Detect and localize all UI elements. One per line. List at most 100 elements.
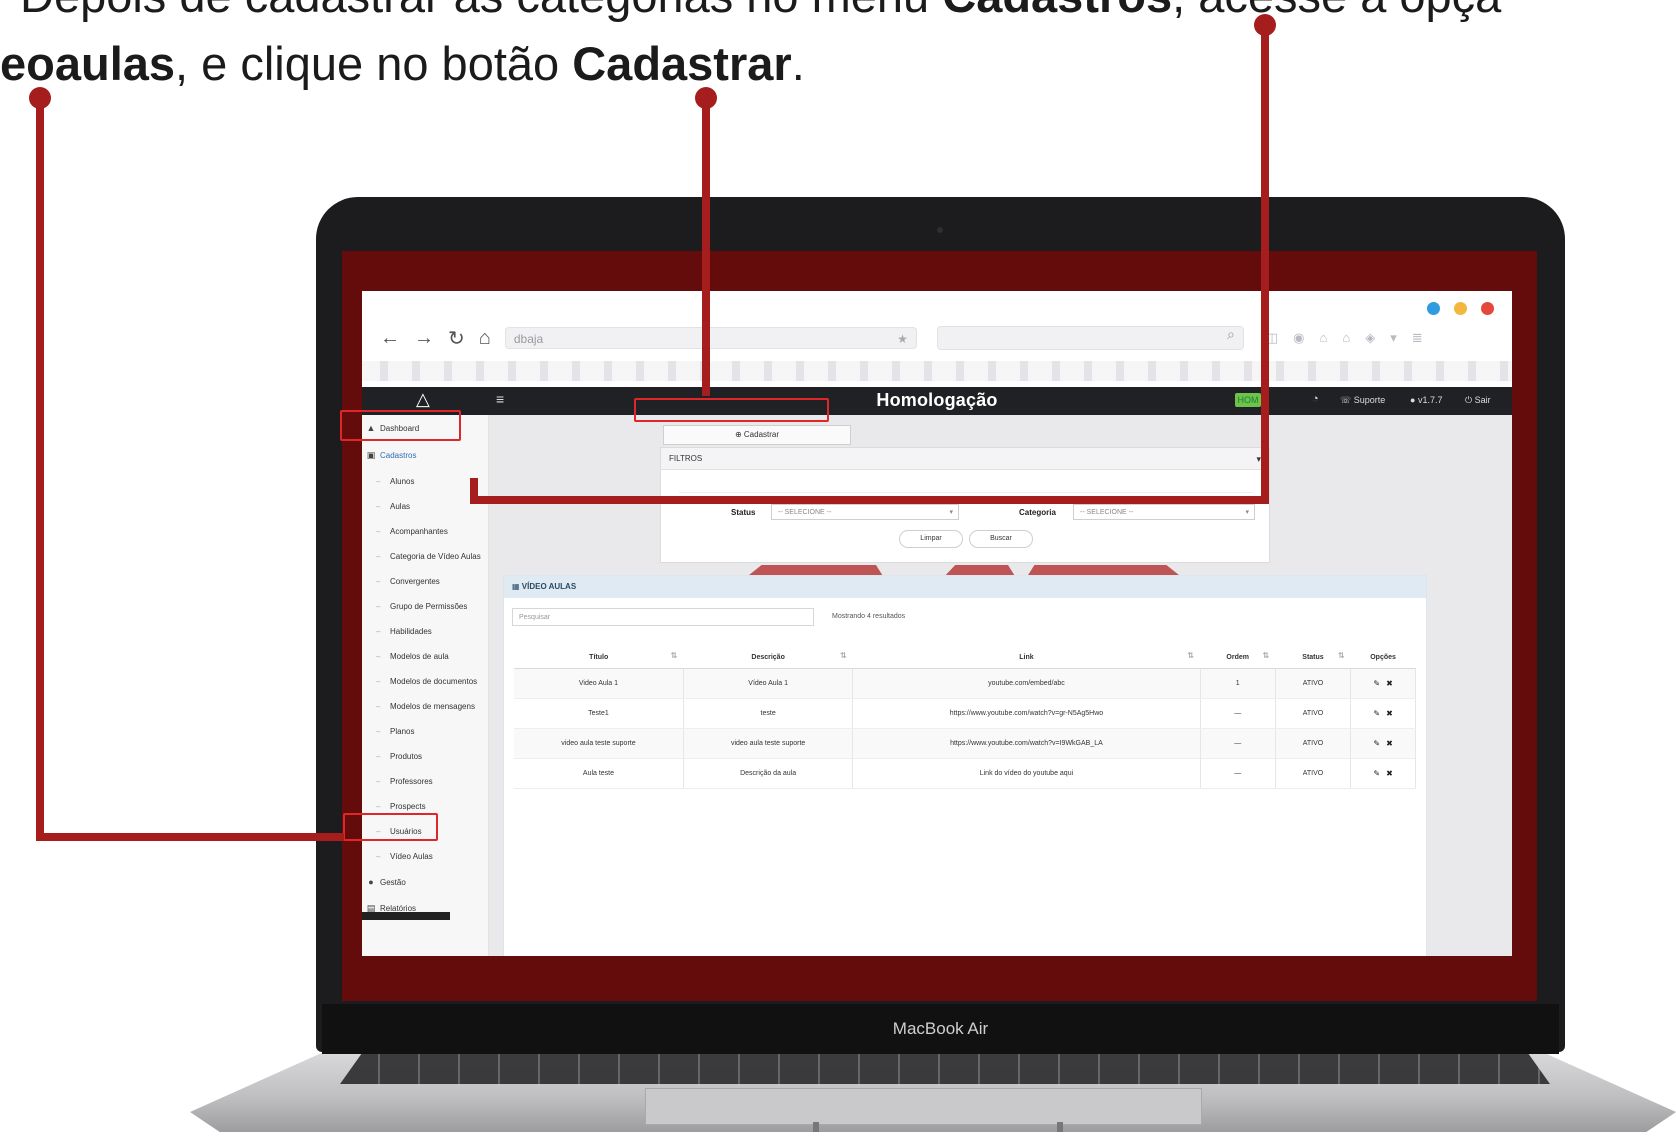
close-dot-icon[interactable] <box>1481 302 1494 315</box>
minimize-dot-icon[interactable] <box>1427 302 1440 315</box>
sidebar-subitem[interactable]: Categoria de Vídeo Aulas <box>362 544 488 570</box>
sidebar-subitem[interactable]: Habilidades <box>362 619 488 645</box>
window-controls <box>1427 302 1494 315</box>
browser-search-input[interactable]: ⌕ <box>936 326 1244 350</box>
cadastrar-button[interactable]: ⊕ Cadastrar <box>663 425 851 445</box>
sidebar-subitem[interactable]: Modelos de mensagens <box>362 694 488 720</box>
sort-icon[interactable]: ⇅ <box>1338 651 1345 660</box>
sidebar-item-cadastros[interactable]: ▣ Cadastros <box>362 442 488 468</box>
callout-line-videoaulas <box>36 833 344 841</box>
edit-icon[interactable]: ✎ <box>1373 769 1380 778</box>
status-select[interactable]: -- SELECIONE -- ▾ <box>771 504 959 520</box>
column-header-label: Ordem <box>1226 653 1249 661</box>
delete-icon[interactable]: ✖ <box>1386 679 1393 688</box>
home-icon[interactable]: ⌂ <box>479 327 491 350</box>
table-header-row: Título ⇅ Descrição ⇅ Link ⇅ Ordem ⇅ Status ⇅ Opçõe… <box>514 646 1416 669</box>
callout-dot <box>29 87 51 109</box>
shield-icon[interactable]: ◈ <box>1365 330 1375 346</box>
sidebar-subitem[interactable]: Professores <box>362 769 488 795</box>
sidebar-subitem[interactable]: Vídeo Aulas <box>362 844 488 870</box>
table-cell: ATIVO <box>1275 698 1352 729</box>
sidebar-subitem[interactable]: Produtos <box>362 744 488 770</box>
edit-icon[interactable]: ✎ <box>1373 709 1380 718</box>
device-caption: MacBook Air <box>322 1004 1559 1054</box>
highlight-cadastrar-button <box>634 398 829 422</box>
edit-icon[interactable]: ✎ <box>1373 739 1380 748</box>
maximize-dot-icon[interactable] <box>1454 302 1467 315</box>
edit-icon[interactable]: ✎ <box>1373 679 1380 688</box>
support-link[interactable]: ☏ Suporte <box>1340 395 1385 406</box>
instruction-line-1: Depois de cadastrar as categorias no men… <box>20 0 1501 19</box>
plus-circle-icon: ⊕ <box>734 430 742 439</box>
instruction-text: , e clique no botão <box>175 37 573 90</box>
status-select-value: -- SELECIONE -- <box>778 509 832 516</box>
sidebar-item-gestao[interactable]: ● Gestão <box>362 869 488 895</box>
trackpad <box>645 1088 1202 1125</box>
sort-icon[interactable]: ⇅ <box>1263 651 1270 660</box>
delete-icon[interactable]: ✖ <box>1386 769 1393 778</box>
column-header[interactable]: Ordem ⇅ <box>1200 646 1276 669</box>
sort-icon[interactable]: ⇅ <box>840 651 847 660</box>
filter-header[interactable]: FILTROS ▾ <box>661 448 1269 470</box>
exit-link[interactable]: ⏻ Sair <box>1465 395 1491 406</box>
sort-icon[interactable]: ⇅ <box>671 651 678 660</box>
browser-window: ← → ↻ ⌂ dbaja ★ ⌕ ◫ ◉ ⌂ ⌂ ◈ ▾ ≣ △ ≡ Homol… <box>362 291 1512 956</box>
version-text: v1.7.7 <box>1417 395 1443 405</box>
notification-icon[interactable]: ◔ <box>1312 393 1319 405</box>
table-cell: teste <box>683 698 854 729</box>
videoaulas-panel-header: ▦ VÍDEO AULAS <box>504 576 1426 598</box>
table-cell: youtube.com/embed/abc <box>852 668 1201 699</box>
table-cell: Aula teste <box>514 758 684 789</box>
sidebar-subitem[interactable]: Modelos de aula <box>362 644 488 670</box>
column-header[interactable]: Status ⇅ <box>1275 646 1351 669</box>
column-header[interactable]: Opções <box>1350 646 1416 669</box>
sidebar-subitem[interactable]: Modelos de documentos <box>362 669 488 695</box>
column-header[interactable]: Descrição ⇅ <box>683 646 853 669</box>
sidebar-subitem[interactable]: Grupo de Permissões <box>362 594 488 620</box>
extension-icon[interactable]: ⌂ <box>1320 330 1328 346</box>
sidebar-subitem[interactable]: Acompanhantes <box>362 519 488 545</box>
delete-icon[interactable]: ✖ <box>1386 739 1393 748</box>
table-cell: Vídeo Aula 1 <box>683 668 854 699</box>
instruction-line-2: eoaulas, e clique no botão Cadastrar. <box>0 40 805 87</box>
sidebar-subitem[interactable]: Convergentes <box>362 569 488 595</box>
url-bar[interactable]: dbaja ★ <box>504 327 917 350</box>
delete-icon[interactable]: ✖ <box>1386 709 1393 718</box>
callout-line-cadastros <box>1261 22 1269 504</box>
filter-text-field[interactable] <box>679 476 1253 493</box>
table-cell: ATIVO <box>1275 758 1352 789</box>
chevron-down-icon: ▾ <box>949 509 953 516</box>
highlight-cadastros <box>340 410 461 441</box>
categoria-label: Categoria <box>1019 508 1056 517</box>
bookmarks-bar <box>362 361 1512 381</box>
table-cell: video aula teste suporte <box>514 728 684 759</box>
table-cell: https://www.youtube.com/watch?v=I9WkGAB_… <box>852 728 1201 759</box>
column-header[interactable]: Título ⇅ <box>514 646 684 669</box>
reload-icon[interactable]: ↻ <box>448 326 465 351</box>
table-row: video aula teste suporte video aula teste… <box>514 728 1416 759</box>
support-label: Suporte <box>1353 395 1386 405</box>
extension-icon[interactable]: ◉ <box>1293 330 1304 346</box>
categoria-select[interactable]: -- SELECIONE -- ▾ <box>1073 504 1255 520</box>
filter-panel: FILTROS ▾ Status -- SELECIONE -- ▾ Categor… <box>660 447 1270 563</box>
column-header-label: Opções <box>1370 653 1396 661</box>
callout-dot <box>695 87 717 109</box>
limpar-button[interactable]: Limpar <box>899 530 963 548</box>
table-search-input[interactable]: Pesquisar <box>512 608 814 626</box>
extension-icon[interactable]: ⌂ <box>1342 330 1350 346</box>
sort-icon[interactable]: ⇅ <box>1187 651 1194 660</box>
menu-icon[interactable]: ≣ <box>1412 330 1423 346</box>
sidebar-subitem[interactable]: Planos <box>362 719 488 745</box>
sidebar-footer-bar <box>362 912 450 920</box>
table-cell-options: ✎ ✖ <box>1350 758 1416 789</box>
buscar-button[interactable]: Buscar <box>969 530 1033 548</box>
back-icon[interactable]: ← <box>380 327 400 350</box>
column-header[interactable]: Link ⇅ <box>852 646 1201 669</box>
table-cell: — <box>1200 698 1276 729</box>
camera-icon <box>937 227 943 233</box>
forward-icon[interactable]: → <box>414 327 434 350</box>
status-label: Status <box>731 508 756 517</box>
bookmark-star-icon[interactable]: ★ <box>897 328 908 350</box>
callout-dot <box>1254 14 1276 36</box>
download-icon[interactable]: ▾ <box>1390 330 1397 346</box>
